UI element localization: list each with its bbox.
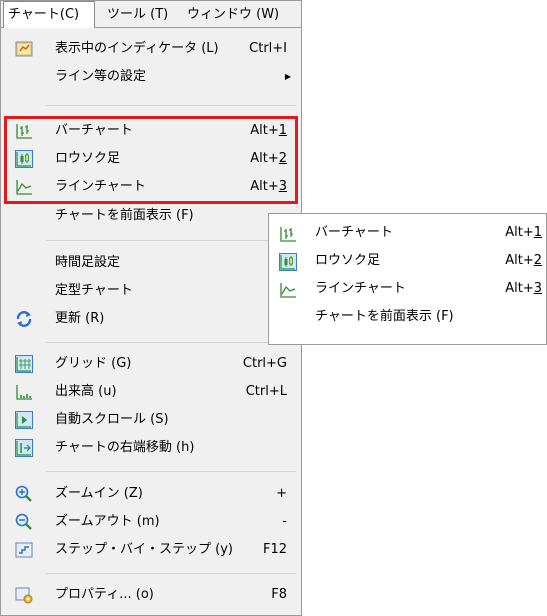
menu-item-label: グリッド (G): [55, 356, 132, 371]
submenu-item-label: バーチャート: [315, 225, 393, 240]
menu-item-chart-shift[interactable]: チャートの右端移動 (h): [1, 434, 301, 462]
menu-item-label: 時間足設定: [55, 255, 121, 270]
menu-item-label: チャートの右端移動 (h): [55, 440, 195, 455]
menu-item-properties[interactable]: プロパティ... (o) F8: [1, 581, 301, 609]
submenu-item-shortcut: Alt+2: [505, 253, 542, 268]
separator: [46, 240, 296, 241]
menu-item-shortcut: +: [276, 486, 287, 501]
indicators-icon: [15, 40, 33, 58]
submenu-item-candlestick[interactable]: ロウソク足 Alt+2: [269, 247, 546, 275]
menu-item-timeframe[interactable]: 時間足設定: [1, 249, 301, 277]
menu-item-shortcut: -: [282, 514, 287, 529]
separator: [46, 342, 296, 343]
menu-item-zoom-out[interactable]: ズームアウト (m) -: [1, 508, 301, 536]
candlestick-icon: [279, 253, 297, 271]
bar-chart-icon: [279, 225, 297, 243]
menu-item-label: 更新 (R): [55, 311, 105, 326]
menu-item-shortcut: F12: [262, 542, 287, 557]
refresh-icon: [15, 310, 33, 328]
menu-item-autoscroll[interactable]: 自動スクロール (S): [1, 406, 301, 434]
menu-item-indicators[interactable]: 表示中のインディケータ (L) Ctrl+I: [1, 35, 301, 63]
menu-item-line-settings[interactable]: ライン等の設定 ▶: [1, 63, 301, 91]
chart-shift-icon: [15, 439, 33, 457]
menu-item-grid[interactable]: グリッド (G) Ctrl+G: [1, 350, 301, 378]
submenu-item-line-chart[interactable]: ラインチャート Alt+3: [269, 275, 546, 303]
menu-item-label: ステップ・バイ・ステップ (y): [55, 542, 233, 557]
menu-item-zoom-in[interactable]: ズームイン (Z) +: [1, 480, 301, 508]
submenu-arrow-icon: ▶: [284, 72, 291, 81]
menu-tools[interactable]: ツール (T): [103, 1, 172, 28]
menu-item-label: ズームイン (Z): [55, 486, 143, 501]
menu-item-step-by-step[interactable]: ステップ・バイ・ステップ (y) F12: [1, 536, 301, 564]
line-chart-icon: [279, 281, 297, 299]
menu-item-refresh[interactable]: 更新 (R): [1, 305, 301, 333]
step-icon: [15, 541, 33, 559]
menu-item-shortcut: Ctrl+I: [249, 41, 287, 56]
menu-item-shortcut: F8: [271, 587, 287, 602]
menu-item-template[interactable]: 定型チャート: [1, 277, 301, 305]
submenu-item-shortcut: Alt+1: [505, 225, 542, 240]
chart-type-submenu: バーチャート Alt+1 ロウソク足 Alt+2 ラインチャート Alt+3 チ…: [268, 213, 547, 345]
volume-icon: [15, 383, 33, 401]
menu-item-volume[interactable]: 出来高 (u) Ctrl+L: [1, 378, 301, 406]
submenu-item-foreground[interactable]: チャートを前面表示 (F): [269, 303, 546, 331]
properties-icon: [15, 586, 33, 604]
submenu-item-shortcut: Alt+3: [505, 281, 542, 296]
menu-item-label: チャートを前面表示 (F): [55, 208, 194, 223]
menu-item-shortcut: Ctrl+G: [242, 356, 287, 371]
zoom-in-icon: [15, 485, 33, 503]
separator: [46, 573, 296, 574]
autoscroll-icon: [15, 411, 33, 429]
menu-item-label: プロパティ... (o): [55, 587, 154, 602]
submenu-item-label: ロウソク足: [315, 253, 381, 268]
submenu-item-bar-chart[interactable]: バーチャート Alt+1: [269, 219, 546, 247]
separator: [46, 471, 296, 472]
highlight-box: [4, 116, 298, 204]
menu-item-label: 定型チャート: [55, 283, 133, 298]
menu-item-label: 自動スクロール (S): [55, 412, 169, 427]
menu-window[interactable]: ウィンドウ (W): [183, 1, 283, 28]
grid-icon: [15, 355, 33, 373]
menu-item-label: 表示中のインディケータ (L): [55, 41, 219, 56]
menu-item-shortcut: Ctrl+L: [245, 384, 287, 399]
menu-item-label: ズームアウト (m): [55, 514, 160, 529]
menu-item-label: 出来高 (u): [55, 384, 117, 399]
zoom-out-icon: [15, 513, 33, 531]
menu-item-label: ライン等の設定: [55, 69, 147, 84]
menu-bar: チャート(C) ツール (T) ウィンドウ (W): [0, 0, 302, 28]
separator: [46, 105, 296, 106]
submenu-item-label: ラインチャート: [315, 281, 406, 296]
menu-item-foreground[interactable]: チャートを前面表示 (F): [1, 202, 301, 230]
menu-chart[interactable]: チャート(C): [3, 1, 95, 28]
submenu-item-label: チャートを前面表示 (F): [315, 309, 454, 324]
